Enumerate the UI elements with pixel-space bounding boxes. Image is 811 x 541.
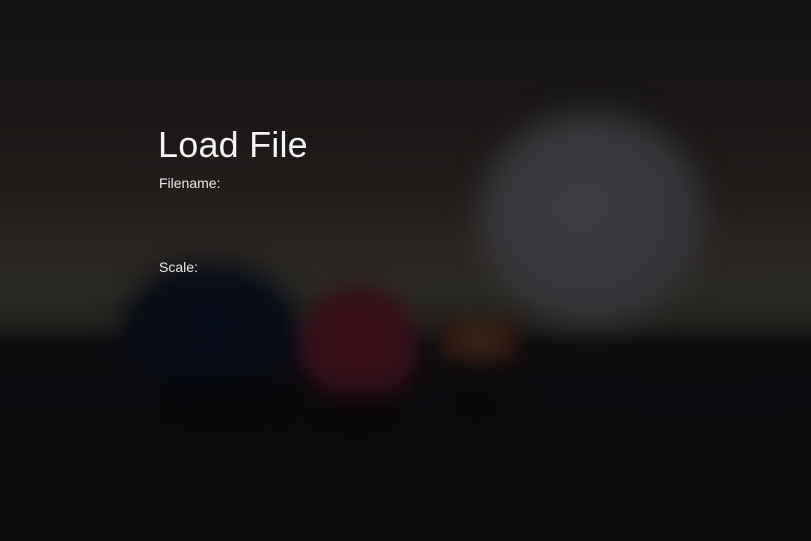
filename-input[interactable] [158,198,462,224]
filename-label: Filename: [159,175,221,191]
grey-sphere [478,112,706,324]
load-file-dialog: Load File Filename: Scale: [158,118,498,318]
dialog-title: Load File [158,124,308,165]
scale-label: Scale: [159,259,198,275]
blue-sphere-shadow [150,382,300,432]
scale-input[interactable] [158,282,462,308]
red-sphere-shadow [300,398,410,438]
small-object [440,318,518,360]
3d-viewport[interactable]: Load File Filename: Scale: [0,0,811,541]
small-object-shadow [440,388,510,424]
